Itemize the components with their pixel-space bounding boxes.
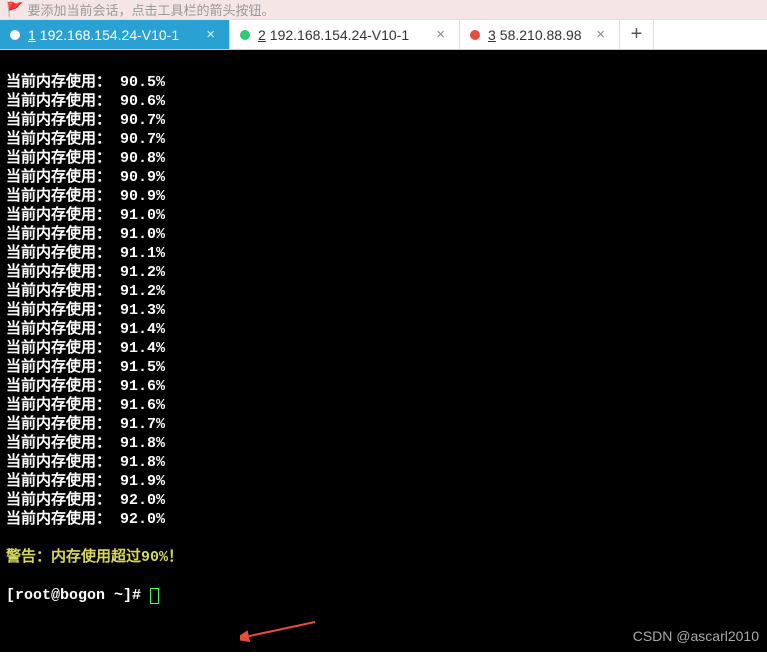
terminal-line: 当前内存使用： 91.6% <box>6 396 761 415</box>
terminal-line: 当前内存使用： 92.0% <box>6 491 761 510</box>
arrow-annotation-icon <box>240 617 320 647</box>
tab-label: 58.210.88.98 <box>500 27 582 43</box>
plus-icon: + <box>631 23 643 46</box>
hint-text: 要添加当前会话，点击工具栏的箭头按钮。 <box>27 0 274 19</box>
terminal-line: 当前内存使用： 91.7% <box>6 415 761 434</box>
add-tab-button[interactable]: + <box>620 20 654 49</box>
terminal-line: 当前内存使用： 91.5% <box>6 358 761 377</box>
terminal-line: 当前内存使用： 90.9% <box>6 168 761 187</box>
tab-label: 192.168.154.24-V10-1 <box>40 27 179 43</box>
tab-label: 192.168.154.24-V10-1 <box>270 27 409 43</box>
terminal-line: 当前内存使用： 91.6% <box>6 377 761 396</box>
terminal-line: 当前内存使用： 92.0% <box>6 510 761 529</box>
terminal-line: 当前内存使用： 91.9% <box>6 472 761 491</box>
status-dot-icon <box>10 30 20 40</box>
tab-number: 3 <box>488 27 496 43</box>
terminal-line: 当前内存使用： 91.0% <box>6 225 761 244</box>
terminal-line: 当前内存使用： 91.2% <box>6 263 761 282</box>
terminal-line: 当前内存使用： 91.8% <box>6 453 761 472</box>
terminal[interactable]: 当前内存使用： 90.5%当前内存使用： 90.6%当前内存使用： 90.7%当… <box>0 50 767 652</box>
status-dot-icon <box>240 30 250 40</box>
terminal-line: 当前内存使用： 90.9% <box>6 187 761 206</box>
watermark: CSDN @ascarl2010 <box>633 627 759 646</box>
tab-2[interactable]: 2 192.168.154.24-V10-1 × <box>230 20 460 49</box>
status-dot-icon <box>470 30 480 40</box>
terminal-line: 当前内存使用： 91.2% <box>6 282 761 301</box>
terminal-line: 当前内存使用： 90.7% <box>6 111 761 130</box>
close-icon[interactable]: × <box>432 26 449 43</box>
terminal-line: 当前内存使用： 91.4% <box>6 320 761 339</box>
terminal-line: 当前内存使用： 91.1% <box>6 244 761 263</box>
tab-number: 2 <box>258 27 266 43</box>
terminal-line: 当前内存使用： 90.7% <box>6 130 761 149</box>
terminal-line: 当前内存使用： 90.5% <box>6 73 761 92</box>
tab-1[interactable]: 1 192.168.154.24-V10-1 × <box>0 20 230 49</box>
terminal-line: 当前内存使用： 90.6% <box>6 92 761 111</box>
tab-3[interactable]: 3 58.210.88.98 × <box>460 20 620 49</box>
prompt-line: [root@bogon ~]# <box>6 586 761 605</box>
terminal-line: 当前内存使用： 91.0% <box>6 206 761 225</box>
terminal-line: 当前内存使用： 90.8% <box>6 149 761 168</box>
hint-bar: 🚩 要添加当前会话，点击工具栏的箭头按钮。 <box>0 0 767 20</box>
warning-line: 警告：内存使用超过90%！ <box>6 548 761 567</box>
tab-number: 1 <box>28 27 36 43</box>
tab-bar: 1 192.168.154.24-V10-1 × 2 192.168.154.2… <box>0 20 767 50</box>
flag-icon: 🚩 <box>6 1 23 18</box>
terminal-line: 当前内存使用： 91.4% <box>6 339 761 358</box>
terminal-line: 当前内存使用： 91.3% <box>6 301 761 320</box>
close-icon[interactable]: × <box>202 26 219 43</box>
terminal-line: 当前内存使用： 91.8% <box>6 434 761 453</box>
cursor-icon <box>150 588 159 604</box>
close-icon[interactable]: × <box>592 26 609 43</box>
